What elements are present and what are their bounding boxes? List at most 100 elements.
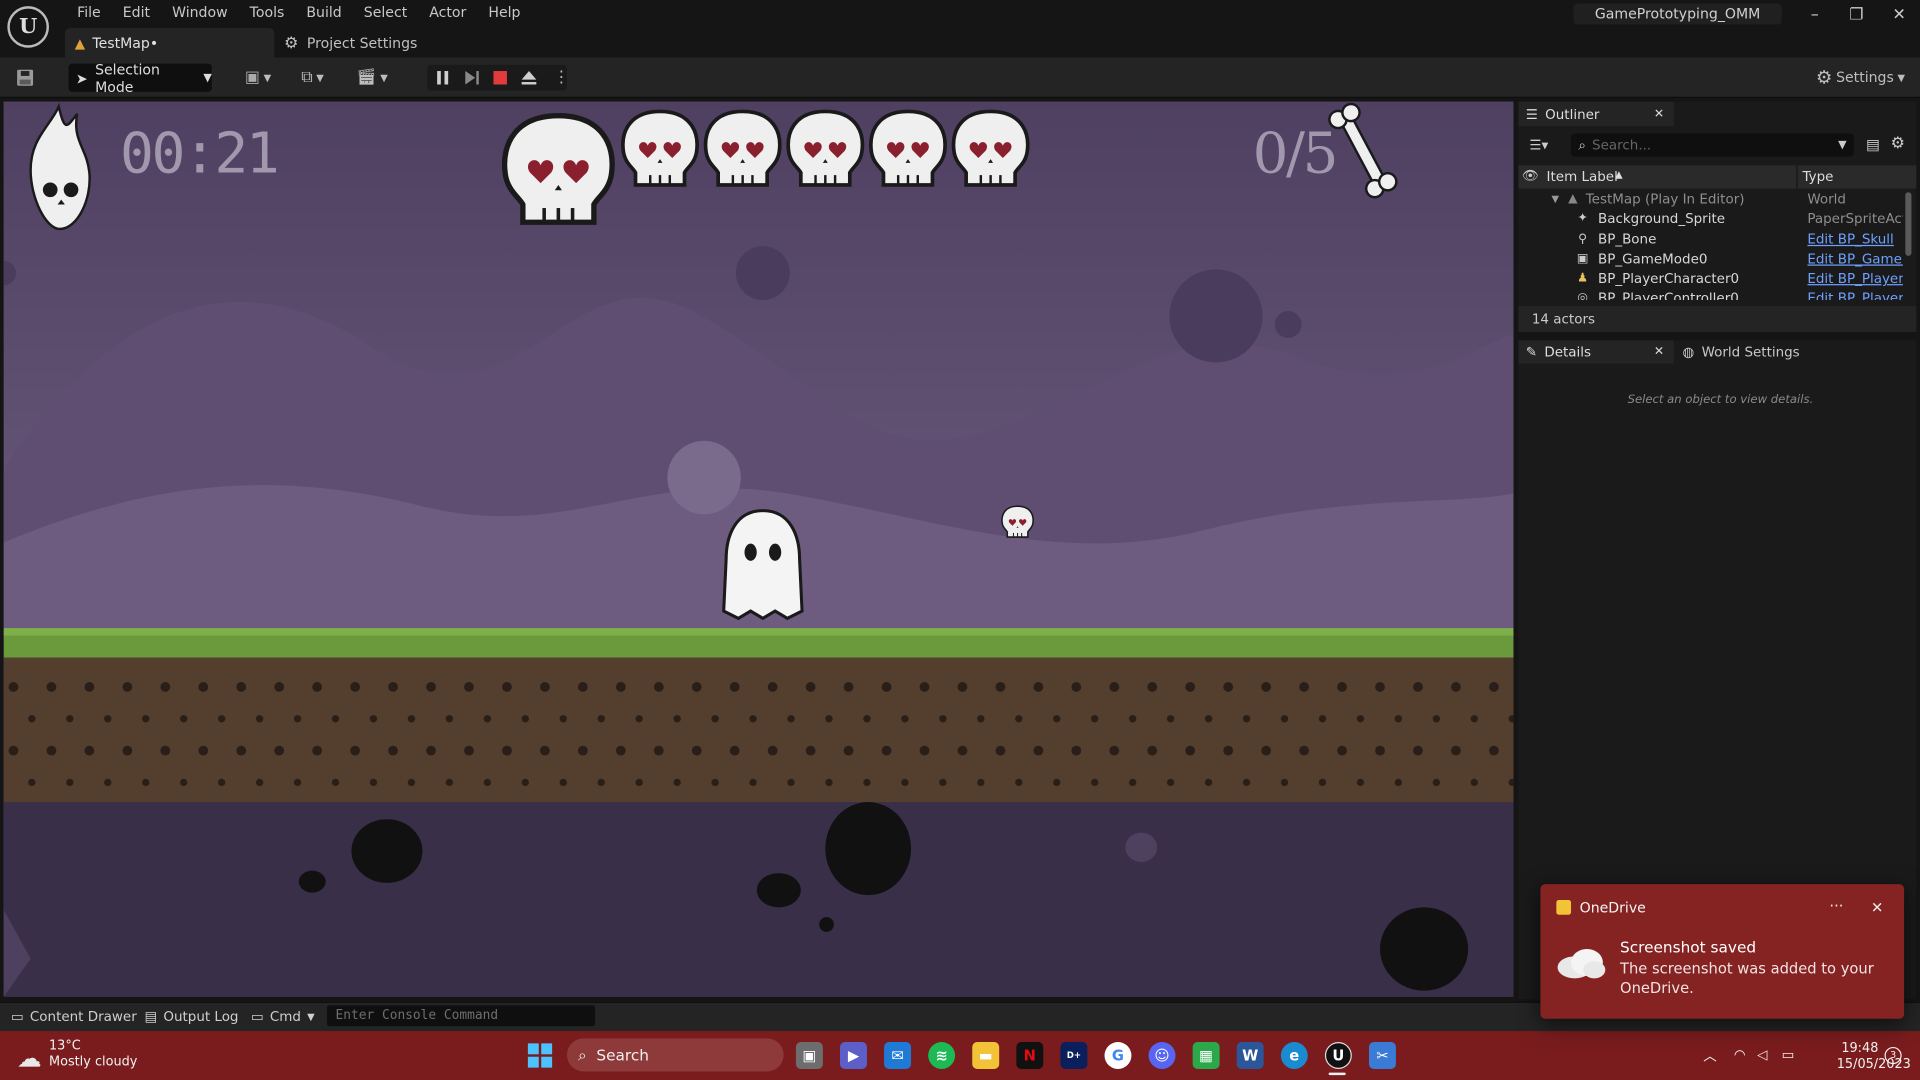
dirt-dot (66, 778, 74, 787)
settings-button[interactable]: ⚙ Settings ▼ (1816, 66, 1905, 88)
mail-icon[interactable]: ✉ (884, 1042, 912, 1069)
more-options-icon[interactable]: ⋮ (553, 67, 569, 87)
dirt-dot (160, 682, 171, 692)
table-row[interactable]: ⚲ BP_Bone Edit BP_Skull (1518, 230, 1916, 250)
dirt-dot (369, 778, 378, 787)
stop-button[interactable] (492, 67, 508, 87)
volume-icon[interactable]: ◁ (1757, 1047, 1767, 1063)
close-icon[interactable]: ✕ (1654, 345, 1664, 358)
outliner-search-input[interactable]: ⌕ Search... ▼ (1571, 133, 1854, 157)
blueprint-button[interactable]: ⧉ ▼ (301, 67, 324, 87)
menu-edit[interactable]: Edit (112, 2, 161, 22)
battery-icon[interactable]: ▭ (1782, 1047, 1795, 1063)
menu-tools[interactable]: Tools (239, 2, 296, 22)
menu-help[interactable]: Help (477, 2, 531, 22)
close-icon[interactable]: ✕ (1871, 899, 1883, 916)
netflix-icon[interactable]: N (1016, 1042, 1044, 1069)
eject-button[interactable] (520, 67, 537, 87)
discord-icon[interactable]: ☺ (1148, 1042, 1176, 1069)
edit-blueprint-link[interactable]: Edit BP_PlayerC (1807, 289, 1903, 300)
dirt-dot (1318, 778, 1327, 787)
chevron-down-icon[interactable]: ▼ (1551, 190, 1559, 210)
edge-icon[interactable]: e (1280, 1042, 1308, 1069)
task-view-icon[interactable]: ▣ (795, 1042, 823, 1069)
dirt-dot (673, 778, 681, 787)
column-item-label[interactable]: Item Label (1547, 169, 1618, 185)
table-row[interactable]: ♟ BP_PlayerCharacter0 Edit BP_PlayerC (1518, 269, 1916, 289)
windows-taskbar (0, 1031, 1920, 1080)
notification-badge[interactable]: 3 (1884, 1046, 1902, 1065)
edit-blueprint-link[interactable]: Edit BP_GameM (1807, 250, 1903, 270)
dirt-dot (901, 778, 909, 787)
menu-actor[interactable]: Actor (418, 2, 477, 22)
cmd-dropdown[interactable]: ▭ Cmd ▼ (251, 1002, 315, 1031)
save-icon[interactable] (16, 67, 34, 87)
gear-icon[interactable]: ⚙ (1891, 135, 1905, 153)
content-drawer-button[interactable]: ▭ Content Drawer (11, 1002, 137, 1031)
game-viewport[interactable]: 00:21 0/5 (3, 101, 1514, 997)
column-type[interactable]: Type (1802, 169, 1833, 185)
file-explorer-icon[interactable]: ▬ (972, 1042, 1000, 1069)
unreal-engine-icon[interactable]: U (1324, 1042, 1352, 1069)
folder-add-icon[interactable]: ▤ (1866, 136, 1880, 153)
dirt-dot (919, 745, 930, 756)
spotify-icon[interactable]: ≋ (928, 1042, 956, 1069)
chevron-up-icon[interactable]: ︿ (1703, 1046, 1716, 1066)
windows-start-icon[interactable] (527, 1043, 553, 1072)
more-options-icon[interactable]: ··· (1829, 898, 1843, 915)
unreal-logo-icon[interactable]: U (7, 6, 49, 48)
tab-details[interactable]: ✎ Details ✕ (1518, 340, 1674, 364)
selection-mode-dropdown[interactable]: ➤ Selection Mode ▼ (68, 61, 212, 95)
dirt-dot (673, 715, 681, 723)
taskbar-search[interactable]: ⌕ Search (566, 1038, 784, 1072)
menu-build[interactable]: Build (295, 2, 352, 22)
dirt-dot (1147, 745, 1158, 756)
weather-widget[interactable]: 13°C Mostly cloudy (49, 1038, 137, 1070)
add-actor-button[interactable]: ▣ ▼ (245, 67, 271, 87)
cinematics-button[interactable]: 🎬︎ ▼ (356, 67, 387, 87)
dirt-dot (711, 715, 719, 723)
menu-file[interactable]: File (66, 2, 112, 22)
snipping-tool-icon[interactable]: ✂ (1368, 1042, 1396, 1069)
bone-icon: ⚲ (1578, 232, 1588, 247)
dirt-dot (502, 745, 512, 756)
dirt-dot (236, 682, 247, 692)
eye-icon[interactable]: 👁︎ (1522, 168, 1539, 184)
sheets-icon[interactable]: ▦ (1192, 1042, 1220, 1069)
drawer-icon: ▭ (11, 1008, 24, 1025)
taskbar-clock[interactable]: 19:48 15/05/2023 (1837, 1041, 1911, 1073)
close-icon[interactable]: ✕ (1654, 107, 1664, 120)
tab-project-settings[interactable]: ⚙ Project Settings (284, 28, 417, 57)
gear-icon: ⚙ (284, 33, 299, 53)
table-row[interactable]: ▼ ▲ TestMap (Play In Editor) World (1518, 190, 1916, 210)
output-log-button[interactable]: ▤ Output Log (144, 1002, 238, 1031)
filter-icon[interactable]: ☰▾ (1529, 137, 1548, 153)
tab-testmap[interactable]: ▲ TestMap• (64, 28, 275, 58)
edit-blueprint-link[interactable]: Edit BP_PlayerC (1807, 269, 1903, 289)
teams-chat-icon[interactable]: ▶ (840, 1042, 867, 1069)
tab-outliner[interactable]: ☰ Outliner ✕ (1518, 101, 1674, 127)
menu-window[interactable]: Window (161, 2, 239, 22)
wifi-icon[interactable]: ◠ (1734, 1047, 1746, 1063)
restore-icon[interactable]: ❐ (1845, 5, 1867, 27)
dirt-dot (711, 778, 719, 787)
edit-blueprint-link[interactable]: Edit BP_Skull (1807, 230, 1903, 250)
step-frame-button[interactable] (464, 67, 481, 87)
dirt-dot (729, 745, 740, 756)
outliner-scrollbar[interactable] (1905, 192, 1912, 256)
row-type: PaperSpriteActo (1807, 210, 1903, 227)
log-icon: ▤ (144, 1008, 158, 1025)
menu-select[interactable]: Select (353, 2, 418, 22)
minimize-icon[interactable]: – (1804, 5, 1826, 27)
disney-plus-icon[interactable]: D+ (1060, 1042, 1088, 1069)
pause-button[interactable] (436, 67, 451, 87)
close-icon[interactable]: ✕ (1888, 5, 1910, 27)
table-row[interactable]: ✦ Background_Sprite PaperSpriteActo (1518, 209, 1916, 229)
weather-desc: Mostly cloudy (48, 1054, 138, 1069)
console-command-input[interactable]: Enter Console Command (326, 1005, 596, 1027)
google-icon[interactable]: G (1104, 1042, 1132, 1069)
table-row[interactable]: ◎ BP_PlayerController0 Edit BP_PlayerC (1518, 289, 1916, 300)
table-row[interactable]: ▣ BP_GameMode0 Edit BP_GameM (1518, 250, 1916, 270)
word-icon[interactable]: W (1236, 1042, 1264, 1069)
tab-world-settings[interactable]: ◍ World Settings (1682, 340, 1799, 363)
